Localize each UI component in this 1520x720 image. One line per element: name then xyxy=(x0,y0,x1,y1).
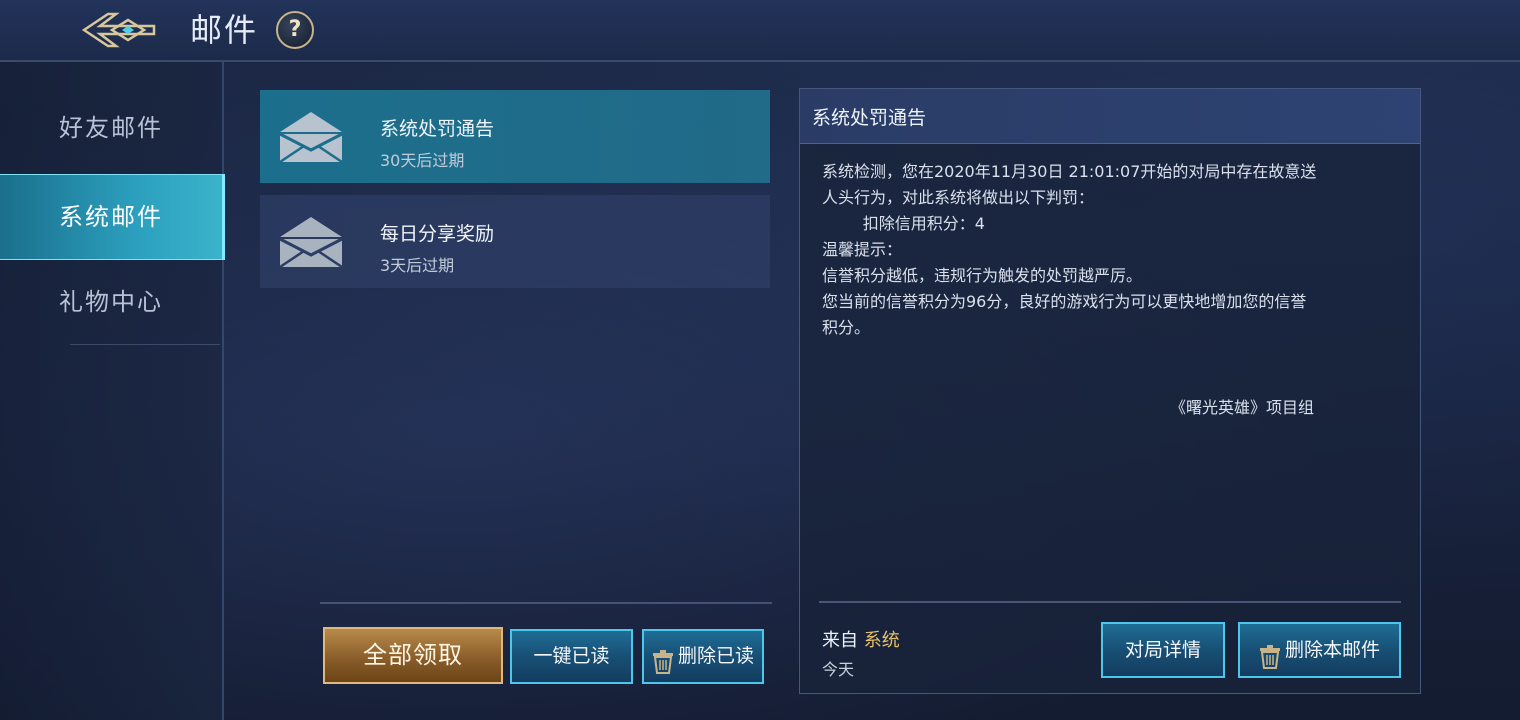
delete-read-button[interactable]: 删除已读 xyxy=(642,629,764,684)
mail-date: 今天 xyxy=(822,660,855,679)
sender-line: 来自 系统 xyxy=(822,626,900,652)
sidebar-divider xyxy=(70,344,220,345)
detail-body-line: 您当前的信誉积分为96分，良好的游戏行为可以更快地增加您的信誉 xyxy=(822,292,1307,311)
mail-detail-panel: 系统处罚通告 系统检测，您在2020年11月30日 21:01:07开始的对局中… xyxy=(799,88,1421,694)
tab-friend-mail[interactable]: 好友邮件 xyxy=(0,86,222,170)
detail-body-line: 系统检测，您在2020年11月30日 21:01:07开始的对局中存在故意送 xyxy=(822,162,1317,181)
delete-this-mail-label: 删除本邮件 xyxy=(1284,639,1380,661)
mail-expire-text: 30天后过期 xyxy=(380,151,465,170)
back-arrow-icon[interactable] xyxy=(81,8,158,52)
sender-prefix: 来自 xyxy=(822,630,858,651)
tab-system-mail[interactable]: 系统邮件 xyxy=(0,174,225,260)
mail-title: 系统处罚通告 xyxy=(380,118,495,140)
sender-name: 系统 xyxy=(863,630,900,651)
detail-body-line: 温馨提示： xyxy=(822,240,903,259)
trash-icon xyxy=(652,643,674,674)
list-divider xyxy=(320,602,772,604)
mail-expire-text: 3天后过期 xyxy=(380,256,455,275)
mail-title: 每日分享奖励 xyxy=(380,223,495,245)
mark-all-read-button[interactable]: 一键已读 xyxy=(510,629,633,684)
detail-header: 系统处罚通告 xyxy=(800,89,1420,144)
detail-body-line: 信誉积分越低，违规行为触发的处罚越严厉。 xyxy=(822,266,1143,285)
detail-body-line: 人头行为，对此系统将做出以下判罚： xyxy=(822,188,1095,207)
claim-all-button[interactable]: 全部领取 xyxy=(323,627,503,684)
tab-gift-center[interactable]: 礼物中心 xyxy=(0,260,222,344)
page-title: 邮件 xyxy=(190,11,259,49)
envelope-icon xyxy=(279,112,343,164)
top-bar: 邮件 ? xyxy=(0,0,1520,62)
envelope-icon xyxy=(279,217,343,269)
trash-icon xyxy=(1259,637,1281,669)
detail-title: 系统处罚通告 xyxy=(812,107,927,129)
help-button[interactable]: ? xyxy=(276,11,314,49)
detail-body-line: 扣除信用积分：4 xyxy=(822,214,985,233)
delete-this-mail-button[interactable]: 删除本邮件 xyxy=(1238,622,1401,678)
detail-signature: 《曙光英雄》项目组 xyxy=(1170,398,1315,417)
delete-read-label: 删除已读 xyxy=(677,645,754,667)
detail-body-line: 积分。 xyxy=(822,318,871,337)
mail-list-item-penalty[interactable]: 系统处罚通告 30天后过期 xyxy=(260,90,770,183)
mail-list-item-share-reward[interactable]: 每日分享奖励 3天后过期 xyxy=(260,195,770,288)
detail-body: 系统检测，您在2020年11月30日 21:01:07开始的对局中存在故意送 人… xyxy=(822,159,1402,341)
match-detail-button[interactable]: 对局详情 xyxy=(1101,622,1225,678)
sidebar: 好友邮件 系统邮件 礼物中心 xyxy=(0,62,225,720)
detail-divider xyxy=(819,601,1401,603)
